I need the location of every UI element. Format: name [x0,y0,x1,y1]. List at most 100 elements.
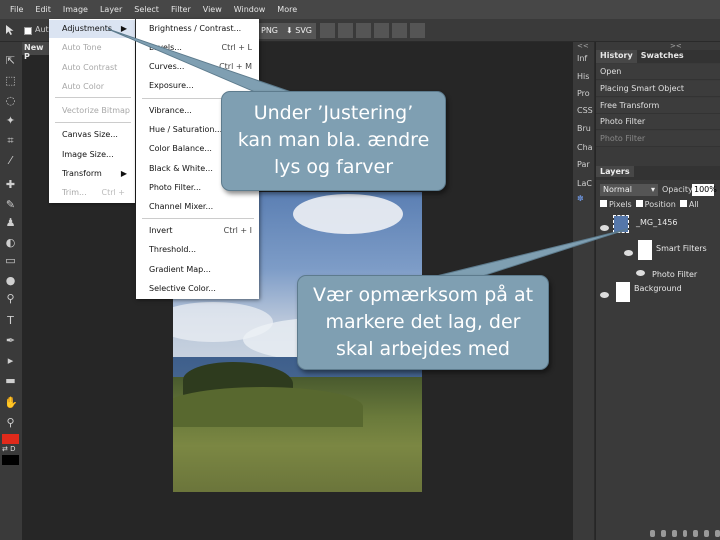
blend-mode-select[interactable]: Normal ▾ [600,184,658,196]
foreground-color-swatch[interactable] [2,434,19,444]
marquee-icon[interactable]: ⬚ [4,74,17,87]
path-select-icon[interactable]: ▸ [4,354,17,367]
link-icon[interactable] [650,529,655,537]
brush-icon[interactable]: ✎ [4,198,17,211]
menu-item-auto-color[interactable]: Auto Color [49,78,135,96]
strip-paragraph[interactable]: Par [577,160,590,169]
menu-item-adjustments[interactable]: Adjustments ▶ [49,20,135,38]
mask-icon[interactable] [682,529,688,537]
lock-all[interactable]: All [679,200,699,209]
crop-icon[interactable]: ⌗ [4,134,17,147]
swap-colors-icon[interactable]: ⇄ D [2,445,19,455]
align-bottom-icon[interactable] [410,23,425,38]
panel-collapse-icon[interactable]: >< [670,42,682,50]
menu-item-selective-color[interactable]: Selective Color... [136,279,259,298]
align-left-icon[interactable] [320,23,335,38]
menu-item-trim[interactable]: Trim... Ctrl + [49,184,135,202]
menu-item-auto-tone[interactable]: Auto Tone [49,39,135,57]
history-tabs: History Swatches [596,50,720,63]
menu-item-auto-contrast[interactable]: Auto Contrast [49,59,135,77]
menu-edit[interactable]: Edit [29,5,57,14]
move-tool-icon[interactable] [4,24,16,36]
hand-icon[interactable]: ✋ [4,396,18,409]
trash-icon[interactable] [715,529,720,537]
lasso-icon[interactable]: ◌ [4,94,17,107]
pen-icon[interactable]: ✒ [4,334,17,347]
magic-wand-icon[interactable]: ✦ [4,114,17,127]
strip-history[interactable]: His [577,72,589,81]
svg-label: SVG [295,26,312,35]
visibility-eye-icon[interactable] [624,250,633,256]
menu-item-threshold[interactable]: Threshold... [136,240,259,259]
strip-properties[interactable]: Pro [577,89,590,98]
visibility-eye-icon[interactable] [636,270,645,276]
new-layer-icon[interactable] [704,529,710,537]
menu-item-canvas-size[interactable]: Canvas Size... [49,126,135,144]
menu-item-brightness-contrast[interactable]: Brightness / Contrast... [136,19,259,38]
history-item[interactable]: Placing Smart Object [596,81,720,97]
align-right-icon[interactable] [356,23,371,38]
menu-item-curves[interactable]: Curves... Ctrl + M [136,57,259,76]
eyedropper-icon[interactable]: ⁄ [4,154,17,167]
strip-info[interactable]: Inf [577,54,587,63]
strip-extra-icon[interactable]: ✽ [577,194,584,203]
menu-layer[interactable]: Layer [94,5,128,14]
menu-select[interactable]: Select [128,5,165,14]
healing-icon[interactable]: ✚ [4,178,17,191]
eraser-icon[interactable]: ◐ [4,236,17,249]
visibility-eye-icon[interactable] [600,292,609,298]
lock-pixels[interactable]: Pixels [600,200,632,209]
shape-icon[interactable]: ▬ [4,374,17,387]
menu-item-levels[interactable]: Levels... Ctrl + L [136,38,259,57]
history-item[interactable]: Photo Filter [596,131,720,147]
tab-history[interactable]: History [596,50,637,63]
menu-window[interactable]: Window [228,5,272,14]
menu-item-gradient-map[interactable]: Gradient Map... [136,260,259,279]
background-color-swatch[interactable] [2,455,19,465]
strip-css[interactable]: CSS [577,106,593,115]
layer-row[interactable]: Background [596,282,720,304]
menu-more[interactable]: More [271,5,303,14]
document-tab[interactable]: New P [22,42,52,61]
layer-row[interactable]: _MG_1456 [596,214,720,236]
layer-row[interactable]: Smart Filters [596,240,720,262]
strip-character[interactable]: Cha [577,143,593,152]
dodge-icon[interactable]: ⚲ [4,292,17,305]
auto-select-checkbox[interactable] [24,27,32,35]
visibility-eye-icon[interactable] [600,225,609,231]
adjustment-icon[interactable] [671,529,677,537]
menu-view[interactable]: View [197,5,228,14]
menu-item-invert[interactable]: Invert Ctrl + I [136,221,259,240]
collapse-icon[interactable]: << [577,42,589,50]
menu-item-vectorize[interactable]: Vectorize Bitmap [49,102,135,120]
lock-position[interactable]: Position [635,200,676,209]
opacity-input[interactable]: 100% [692,184,717,196]
effects-icon[interactable] [660,529,666,537]
menu-item-image-size[interactable]: Image Size... [49,146,135,164]
menu-file[interactable]: File [4,5,29,14]
align-center-icon[interactable] [338,23,353,38]
history-item[interactable]: Photo Filter [596,114,720,130]
gradient-icon[interactable]: ▭ [4,254,17,267]
type-icon[interactable]: T [4,314,17,327]
move-icon[interactable]: ⇱ [4,54,17,67]
strip-brush[interactable]: Bru [577,124,591,133]
menu-image[interactable]: Image [57,5,94,14]
stamp-icon[interactable]: ♟ [4,216,17,229]
blur-icon[interactable]: ● [4,274,17,287]
export-png-button[interactable]: PNG [257,23,283,39]
history-item[interactable]: Free Transform [596,98,720,114]
menu-item-transform[interactable]: Transform ▶ [49,165,135,183]
menu-filter[interactable]: Filter [165,5,197,14]
tab-swatches[interactable]: Swatches [637,50,688,63]
tab-layers[interactable]: Layers [596,166,634,177]
align-middle-icon[interactable] [392,23,407,38]
callout-line: Vær opmærksom på at [312,284,534,306]
export-svg-button[interactable]: ⬇ SVG [282,23,316,39]
strip-layer-comps[interactable]: LaC [577,179,592,188]
history-item[interactable]: Open [596,64,720,80]
group-icon[interactable] [693,529,699,537]
zoom-icon[interactable]: ⚲ [4,416,17,429]
align-top-icon[interactable] [374,23,389,38]
menu-item-channel-mixer[interactable]: Channel Mixer... [136,197,259,216]
